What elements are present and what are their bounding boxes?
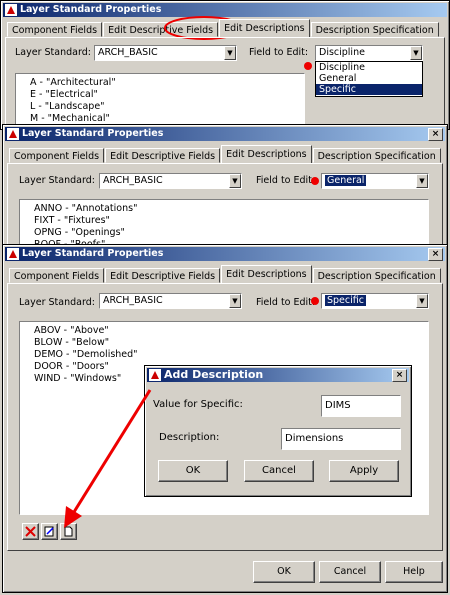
red-arrow-annotation [64,389,152,528]
tab-edit-descriptions[interactable]: Edit Descriptions [221,145,312,163]
tab-edit-descriptions[interactable]: Edit Descriptions [221,265,312,283]
tab-edit-descriptions[interactable]: Edit Descriptions [219,19,310,37]
